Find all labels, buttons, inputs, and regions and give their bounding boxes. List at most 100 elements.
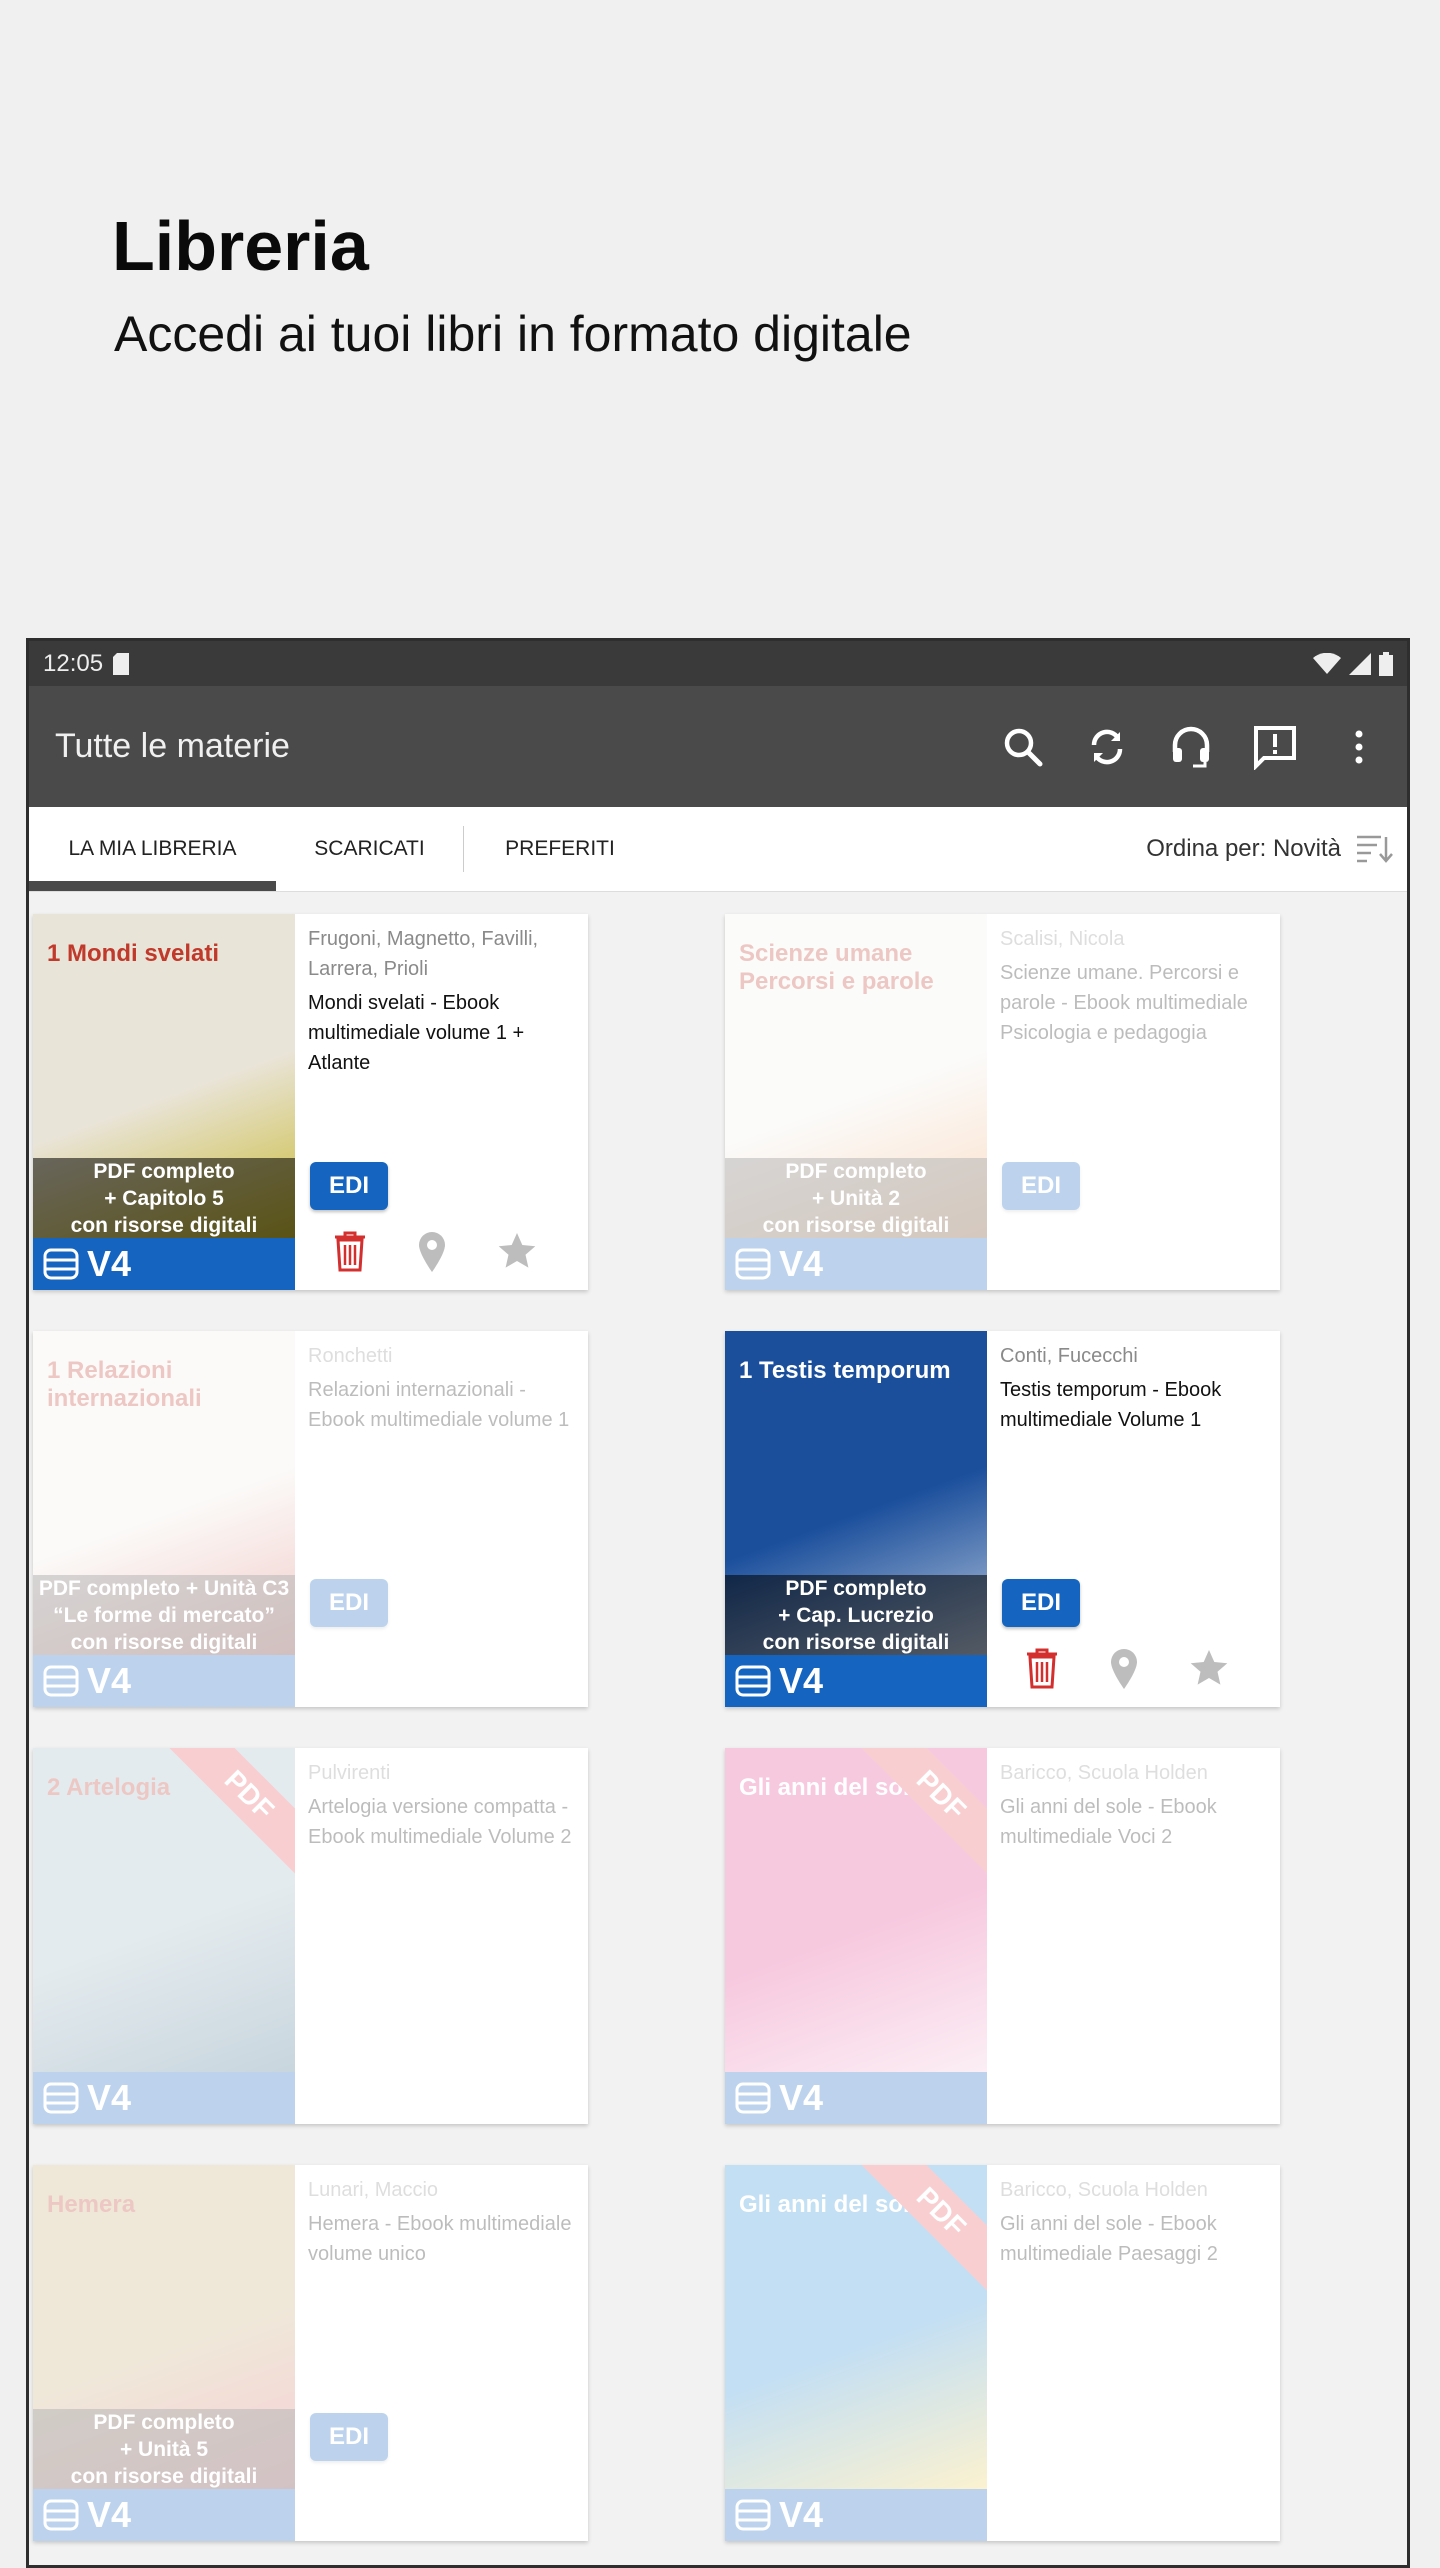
book-cover[interactable]: Scienze umane Percorsi e parole PDF compl… bbox=[725, 914, 987, 1290]
caption-line: con risorse digitali bbox=[70, 2464, 258, 2488]
library-stack-icon bbox=[735, 2082, 771, 2114]
edi-button[interactable]: EDI bbox=[1002, 1579, 1080, 1627]
version-label: V4 bbox=[779, 2077, 824, 2118]
star-icon[interactable] bbox=[1189, 1648, 1229, 1693]
book-actions bbox=[333, 1230, 537, 1277]
book-authors: Pulvirenti bbox=[308, 1762, 391, 1784]
cover-caption: PDF completo + Cap. Lucrezio con risorse d… bbox=[725, 1575, 987, 1655]
location-pin-icon[interactable] bbox=[417, 1230, 447, 1277]
book-card[interactable]: 1 Mondi svelati PDF completo + Capitolo 5 c… bbox=[33, 914, 588, 1290]
book-card[interactable]: Scienze umane Percorsi e parole PDF compl… bbox=[725, 914, 1280, 1290]
book-info: Frugoni, Magnetto, Favilli, Larrera, Pri… bbox=[308, 924, 576, 1078]
book-card[interactable]: 1 Relazioni internazionali PDF completo +… bbox=[33, 1331, 588, 1707]
location-pin-icon[interactable] bbox=[1109, 1647, 1139, 1694]
star-icon[interactable] bbox=[497, 1231, 537, 1276]
library-tabs: LA MIA LIBRERIA SCARICATI PREFERITI Ordi… bbox=[29, 807, 1407, 892]
edi-button[interactable]: EDI bbox=[1002, 1162, 1080, 1210]
sort-label: Ordina per: Novità bbox=[1146, 835, 1341, 862]
book-authors: Baricco, Scuola Holden bbox=[1000, 2179, 1208, 2201]
book-cover[interactable]: 1 Testis temporum PDF completo + Cap. Lucr… bbox=[725, 1331, 987, 1707]
book-cover[interactable]: 1 Mondi svelati PDF completo + Capitolo 5 c… bbox=[33, 914, 295, 1290]
more-vert-icon[interactable] bbox=[1335, 723, 1383, 771]
library-stack-icon bbox=[735, 1248, 771, 1280]
caption-line: con risorse digitali bbox=[70, 1630, 258, 1654]
library-stack-icon bbox=[43, 1248, 79, 1280]
book-title: Gli anni del sole - Ebook multimediale P… bbox=[1000, 2213, 1218, 2265]
edi-button[interactable]: EDI bbox=[310, 1579, 388, 1627]
book-title: Mondi svelati - Ebook multimediale volum… bbox=[308, 992, 525, 1074]
cover-caption: PDF completo + Unità C3 “Le forme di merc… bbox=[33, 1575, 295, 1655]
edi-button[interactable]: EDI bbox=[310, 1162, 388, 1210]
book-cover[interactable]: Gli anni del sole PDF V4 bbox=[725, 1748, 987, 2124]
tab-label: PREFERITI bbox=[505, 837, 615, 860]
caption-line: con risorse digitali bbox=[70, 1213, 258, 1237]
tab-scaricati[interactable]: SCARICATI bbox=[276, 807, 463, 891]
cover-title: Hemera bbox=[47, 2191, 136, 2218]
promo-subtitle: Accedi ai tuoi libri in formato digitale bbox=[114, 306, 912, 362]
sd-card-icon bbox=[113, 652, 130, 675]
version-label: V4 bbox=[87, 1660, 132, 1701]
book-cover[interactable]: 1 Relazioni internazionali PDF completo +… bbox=[33, 1331, 295, 1707]
version-bar: V4 bbox=[33, 2489, 295, 2541]
tab-label: SCARICATI bbox=[314, 837, 425, 860]
version-label: V4 bbox=[779, 1243, 824, 1284]
version-bar: V4 bbox=[33, 2072, 295, 2124]
book-cover[interactable]: 2 Artelogia PDF V4 bbox=[33, 1748, 295, 2124]
caption-line: + Capitolo 5 bbox=[104, 1186, 224, 1210]
version-label: V4 bbox=[779, 1660, 824, 1701]
caption-line: + Cap. Lucrezio bbox=[778, 1603, 934, 1627]
cover-caption: PDF completo + Unità 5 con risorse digital… bbox=[33, 2409, 295, 2489]
cover-caption: PDF completo + Capitolo 5 con risorse digi… bbox=[33, 1158, 295, 1238]
book-authors: Baricco, Scuola Holden bbox=[1000, 1762, 1208, 1784]
version-bar: V4 bbox=[725, 1655, 987, 1707]
delete-icon[interactable] bbox=[333, 1230, 367, 1277]
feedback-icon[interactable] bbox=[1251, 723, 1299, 771]
library-stack-icon bbox=[43, 2499, 79, 2531]
book-card[interactable]: Gli anni del sole PDF V4 Baricco, Scuola Ho… bbox=[725, 2165, 1280, 2541]
search-icon[interactable] bbox=[999, 723, 1047, 771]
book-card[interactable]: Hemera PDF completo + Unità 5 con risorse d… bbox=[33, 2165, 588, 2541]
book-cover[interactable]: Hemera PDF completo + Unità 5 con risorse d… bbox=[33, 2165, 295, 2541]
book-info: Pulvirenti Artelogia versione compatta - … bbox=[308, 1758, 576, 1852]
edi-button[interactable]: EDI bbox=[310, 2413, 388, 2461]
tab-label: LA MIA LIBRERIA bbox=[68, 837, 237, 860]
status-time: 12:05 bbox=[43, 649, 104, 677]
book-card[interactable]: Gli anni del sole PDF V4 Baricco, Scuola Ho… bbox=[725, 1748, 1280, 2124]
book-card[interactable]: 2 Artelogia PDF V4 Pulvirenti Artelogia vers… bbox=[33, 1748, 588, 2124]
book-authors: Frugoni, Magnetto, Favilli, Larrera, Pri… bbox=[308, 928, 539, 980]
version-label: V4 bbox=[87, 2494, 132, 2535]
book-info: Conti, Fucecchi Testis temporum - Ebook m… bbox=[1000, 1341, 1268, 1435]
book-authors: Ronchetti bbox=[308, 1345, 393, 1367]
library-stack-icon bbox=[735, 1665, 771, 1697]
sort-control[interactable]: Ordina per: Novità bbox=[1146, 833, 1407, 865]
cover-title: 1 Mondi svelati bbox=[47, 940, 220, 967]
version-bar: V4 bbox=[725, 2489, 987, 2541]
cover-title: 1 Testis temporum bbox=[739, 1357, 951, 1384]
book-title: Testis temporum - Ebook multimediale Vol… bbox=[1000, 1379, 1222, 1431]
book-title: Hemera - Ebook multimediale volume unico bbox=[308, 2213, 572, 2265]
delete-icon[interactable] bbox=[1025, 1647, 1059, 1694]
sort-icon bbox=[1357, 835, 1393, 863]
version-bar: V4 bbox=[725, 1238, 987, 1290]
book-info: Scalisi, Nicola Scienze umane. Percorsi e… bbox=[1000, 924, 1268, 1048]
book-info: Ronchetti Relazioni internazionali - Eboo… bbox=[308, 1341, 576, 1435]
tab-preferiti[interactable]: PREFERITI bbox=[464, 807, 656, 891]
book-card[interactable]: 1 Testis temporum PDF completo + Cap. Lucr… bbox=[725, 1331, 1280, 1707]
promo-title: Libreria bbox=[112, 207, 369, 285]
device-frame: 12:05 Tutte le materie LA MIA LIBRERIA S… bbox=[26, 638, 1410, 2568]
headset-icon[interactable] bbox=[1167, 723, 1215, 771]
caption-line: PDF completo bbox=[93, 2410, 235, 2434]
cover-title: 1 Relazioni internazionali bbox=[47, 1357, 202, 1412]
sync-icon[interactable] bbox=[1083, 723, 1131, 771]
book-title: Scienze umane. Percorsi e parole - Ebook… bbox=[1000, 962, 1248, 1044]
version-bar: V4 bbox=[725, 2072, 987, 2124]
book-cover[interactable]: Gli anni del sole PDF V4 bbox=[725, 2165, 987, 2541]
tab-la-mia-libreria[interactable]: LA MIA LIBRERIA bbox=[29, 807, 276, 891]
book-title: Artelogia versione compatta - Ebook mult… bbox=[308, 1796, 572, 1848]
caption-line: + Unità 2 bbox=[811, 1186, 901, 1210]
caption-line: PDF completo + Unità C3 bbox=[38, 1576, 290, 1600]
caption-line: con risorse digitali bbox=[762, 1630, 950, 1654]
appbar-title[interactable]: Tutte le materie bbox=[55, 727, 290, 766]
caption-line: “Le forme di mercato” bbox=[53, 1603, 275, 1627]
book-title: Gli anni del sole - Ebook multimediale V… bbox=[1000, 1796, 1217, 1848]
